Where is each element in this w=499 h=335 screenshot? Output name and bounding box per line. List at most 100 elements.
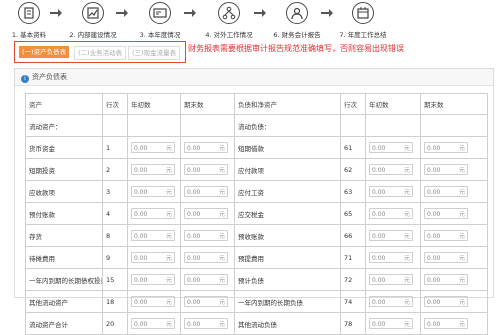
step-annual-situation[interactable]: 3. 本年度情况 [131, 2, 189, 39]
input-value: 0.00 [427, 321, 441, 328]
asset-closing-input[interactable]: 0.00 元 [184, 186, 228, 197]
input-unit: 元 [165, 255, 172, 262]
liability-closing-input[interactable]: 0.00 元 [424, 252, 468, 263]
chart-icon [82, 2, 104, 24]
step-basic-info[interactable]: 1. 基本资料 [0, 2, 58, 39]
input-unit: 元 [218, 189, 225, 196]
asset-name: 一年内到期的长期债权投资 [25, 268, 103, 291]
input-value: 0.00 [427, 167, 441, 174]
input-unit: 元 [218, 321, 225, 328]
arrow-right-icon [50, 9, 62, 17]
asset-opening-input[interactable]: 0.00 元 [131, 230, 175, 241]
liability-opening-input[interactable]: 0.00 元 [369, 208, 413, 219]
tab-activity-statement[interactable]: (二)业务活动表 [74, 46, 127, 60]
liability-closing-cell [420, 114, 488, 137]
step-financial-report[interactable]: 6. 财务会计报告 [268, 2, 326, 39]
input-unit: 元 [218, 299, 225, 306]
liability-line-no: 66 [340, 224, 366, 247]
liability-opening-input[interactable]: 0.00 元 [369, 274, 413, 285]
asset-opening-input[interactable]: 0.00 元 [131, 252, 175, 263]
liability-name: 预计负债 [234, 268, 341, 291]
arrow-right-icon [116, 9, 128, 17]
input-value: 0.00 [134, 255, 148, 262]
input-unit: 元 [458, 321, 465, 328]
liability-name: 应交税金 [234, 202, 341, 225]
asset-line-no: 18 [102, 290, 128, 313]
tab-cash-flow[interactable]: (三)现金流量表 [128, 46, 181, 60]
step-internal-construction[interactable]: 2. 内部建设情况 [64, 2, 122, 39]
asset-closing-cell: 0.00 元 [180, 290, 235, 313]
tab-balance-sheet[interactable]: (一)资产负债表 [19, 46, 70, 58]
liability-name: 短期借款 [234, 136, 341, 159]
table-row: 应收款项 3 0.00 元 0.00 元 应付工资 63 0.00 元 0.00 元 [25, 180, 488, 203]
asset-name: 货币资金 [25, 136, 103, 159]
asset-name: 短期投资 [25, 158, 103, 181]
asset-line-no: 8 [102, 224, 128, 247]
liability-closing-input[interactable]: 0.00 元 [424, 318, 468, 329]
asset-opening-cell: 0.00 元 [127, 290, 181, 313]
asset-opening-input[interactable]: 0.00 元 [131, 142, 175, 153]
col-header: 年初数 [365, 93, 421, 115]
asset-closing-input[interactable]: 0.00 元 [184, 296, 228, 307]
liability-opening-input[interactable]: 0.00 元 [369, 230, 413, 241]
input-unit: 元 [458, 211, 465, 218]
liability-opening-cell: 0.00 元 [365, 246, 421, 269]
liability-opening-cell: 0.00 元 [365, 158, 421, 181]
asset-closing-input[interactable]: 0.00 元 [184, 208, 228, 219]
liability-closing-cell: 0.00 元 [420, 290, 488, 313]
asset-opening-input[interactable]: 0.00 元 [131, 274, 175, 285]
asset-opening-input[interactable]: 0.00 元 [131, 164, 175, 175]
input-value: 0.00 [187, 233, 201, 240]
liability-closing-input[interactable]: 0.00 元 [424, 230, 468, 241]
input-unit: 元 [218, 211, 225, 218]
liability-closing-input[interactable]: 0.00 元 [424, 186, 468, 197]
report-tabs: (一)资产负债表 (二)业务活动表 (三)现金流量表 [14, 41, 186, 63]
asset-closing-input[interactable]: 0.00 元 [184, 164, 228, 175]
asset-closing-input[interactable]: 0.00 元 [184, 252, 228, 263]
asset-closing-input[interactable]: 0.00 元 [184, 230, 228, 241]
step-annual-summary[interactable]: 7. 年度工作总结 [334, 2, 392, 39]
step-external-work[interactable]: 4. 对外工作情况 [200, 2, 258, 39]
liability-closing-cell: 0.00 元 [420, 246, 488, 269]
asset-closing-input[interactable]: 0.00 元 [184, 318, 228, 329]
asset-opening-input[interactable]: 0.00 元 [131, 208, 175, 219]
col-header: 年初数 [127, 93, 181, 115]
liability-opening-input[interactable]: 0.00 元 [369, 142, 413, 153]
asset-opening-cell: 0.00 元 [127, 224, 181, 247]
liability-opening-input[interactable]: 0.00 元 [369, 186, 413, 197]
liability-opening-input[interactable]: 0.00 元 [369, 318, 413, 329]
liability-closing-input[interactable]: 0.00 元 [424, 274, 468, 285]
liability-closing-input[interactable]: 0.00 元 [424, 208, 468, 219]
asset-line-no: 1 [102, 136, 128, 159]
arrow-right-icon [254, 9, 266, 17]
input-unit: 元 [403, 189, 410, 196]
asset-closing-input[interactable]: 0.00 元 [184, 274, 228, 285]
asset-closing-input[interactable]: 0.00 元 [184, 142, 228, 153]
calendar-icon [352, 2, 374, 24]
liability-name: 应付款项 [234, 158, 341, 181]
asset-opening-input[interactable]: 0.00 元 [131, 186, 175, 197]
asset-opening-input[interactable]: 0.00 元 [131, 296, 175, 307]
liability-opening-cell: 0.00 元 [365, 290, 421, 313]
liability-closing-cell: 0.00 元 [420, 312, 488, 335]
input-value: 0.00 [372, 299, 386, 306]
input-unit: 元 [165, 189, 172, 196]
liability-line-no: 61 [340, 136, 366, 159]
table-row: 流动资产合计 20 0.00 元 0.00 元 其他流动负债 78 0.00 元 0.00 元 [25, 312, 488, 335]
input-unit: 元 [403, 255, 410, 262]
asset-opening-input[interactable]: 0.00 元 [131, 318, 175, 329]
asset-name: 其他流动资产 [25, 290, 103, 313]
liability-closing-input[interactable]: 0.00 元 [424, 142, 468, 153]
input-value: 0.00 [134, 321, 148, 328]
input-unit: 元 [458, 299, 465, 306]
liability-opening-input[interactable]: 0.00 元 [369, 296, 413, 307]
input-value: 0.00 [187, 321, 201, 328]
asset-closing-cell: 0.00 元 [180, 202, 235, 225]
input-value: 0.00 [187, 189, 201, 196]
liability-opening-input[interactable]: 0.00 元 [369, 164, 413, 175]
liability-closing-input[interactable]: 0.00 元 [424, 164, 468, 175]
table-row: 预付账款 4 0.00 元 0.00 元 应交税金 65 0.00 元 0.00 元 [25, 202, 488, 225]
table-row: 短期投资 2 0.00 元 0.00 元 应付款项 62 0.00 元 0.00 元 [25, 158, 488, 181]
liability-opening-input[interactable]: 0.00 元 [369, 252, 413, 263]
liability-closing-input[interactable]: 0.00 元 [424, 296, 468, 307]
